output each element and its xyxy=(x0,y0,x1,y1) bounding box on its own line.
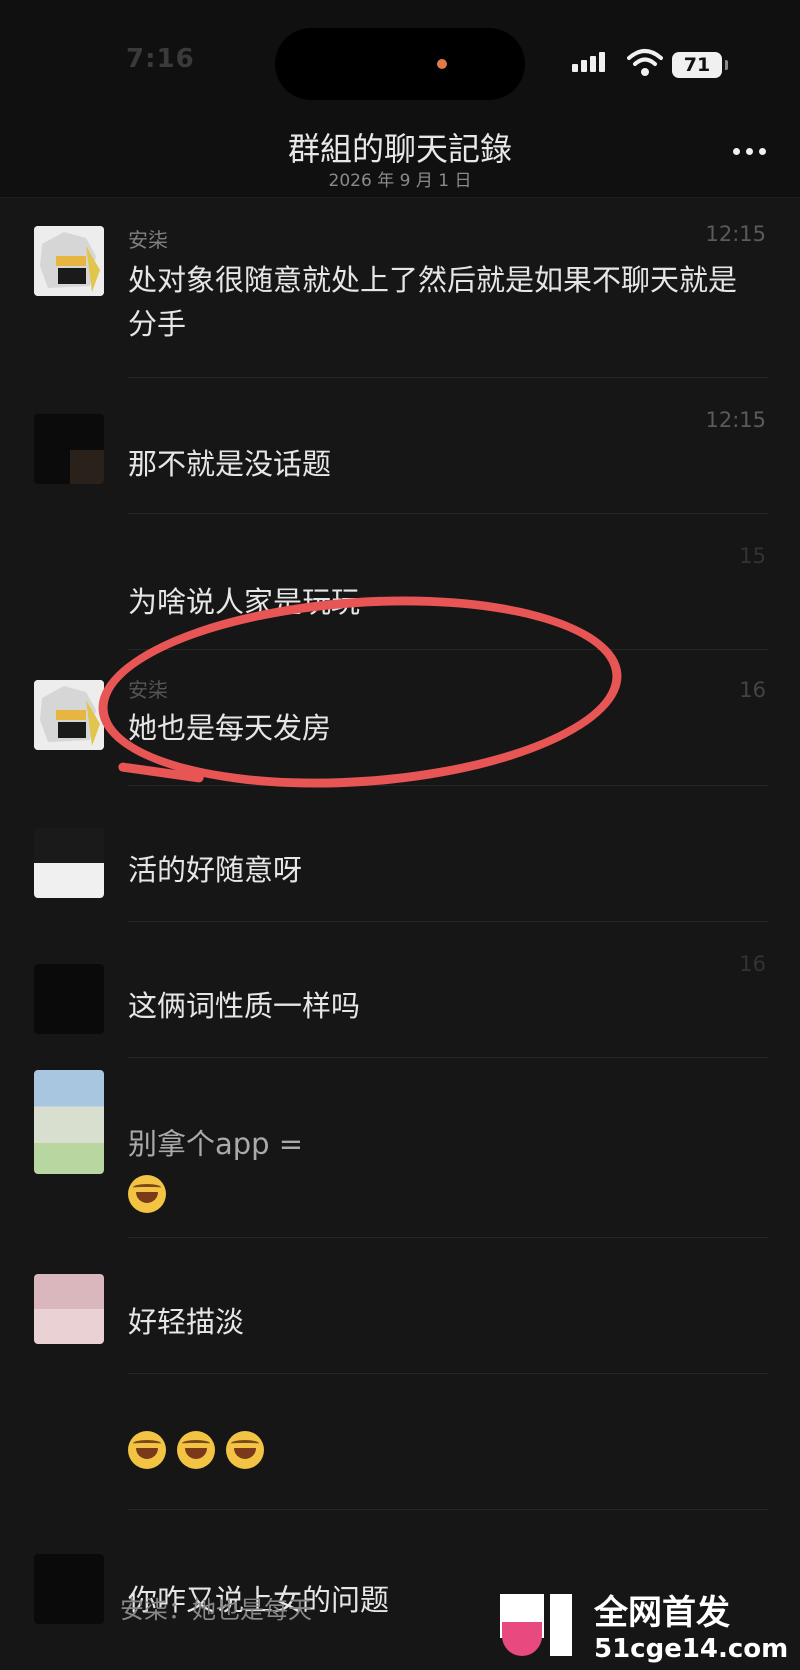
chat-message[interactable]: 活的好随意呀 xyxy=(0,786,800,922)
recording-dot-icon xyxy=(437,59,447,69)
chat-message[interactable]: 安柒 12:15 处对象很随意就处上了然后就是如果不聊天就是分手 xyxy=(0,200,800,378)
avatar[interactable] xyxy=(34,1070,104,1174)
chat-message[interactable]: 16 这俩词性质一样吗 xyxy=(0,922,800,1058)
nav-header: 群組的聊天記錄 2026 年 9 月 1 日 xyxy=(0,110,800,198)
laughing-emoji-icon xyxy=(177,1431,216,1469)
avatar[interactable] xyxy=(34,1274,104,1344)
watermark: 全网首发 51cge14.com xyxy=(500,1578,800,1670)
emoji-row xyxy=(128,1170,760,1214)
more-dot-icon xyxy=(759,148,766,155)
message-time: 12:15 xyxy=(705,408,766,432)
anime-avatar-icon xyxy=(34,680,104,750)
cellular-signal-icon xyxy=(572,52,605,72)
message-text: 这俩词性质一样吗 xyxy=(128,989,361,1023)
page-subtitle: 2026 年 9 月 1 日 xyxy=(328,171,472,191)
status-bar: 7:16 71 xyxy=(0,0,800,120)
message-time: 16 xyxy=(739,678,766,702)
message-text: 她也是每天发房 xyxy=(128,711,332,745)
message-time: 16 xyxy=(739,952,766,976)
laughing-emoji-icon xyxy=(226,1431,265,1469)
chat-message[interactable]: 别拿个app = xyxy=(0,1058,800,1238)
more-dot-icon xyxy=(746,148,753,155)
avatar[interactable] xyxy=(34,1554,104,1624)
message-text: 好轻描淡 xyxy=(128,1305,245,1339)
avatar[interactable] xyxy=(34,964,104,1034)
watermark-title: 全网首发 xyxy=(594,1592,730,1633)
sender-name: 安柒 xyxy=(128,228,168,252)
dynamic-island xyxy=(275,28,525,100)
laughing-emoji-icon xyxy=(128,1431,166,1469)
chat-message[interactable]: 12:15 那不就是没话题 xyxy=(0,378,800,514)
message-text: 为啥说人家是玩玩 xyxy=(128,585,361,619)
avatar[interactable] xyxy=(34,680,104,750)
quoted-message: 安柒：她也是每天 xyxy=(120,1596,312,1624)
laughing-emoji-icon xyxy=(128,1175,166,1213)
more-options-button[interactable] xyxy=(733,148,766,155)
watermark-logo-icon xyxy=(500,1588,582,1660)
watermark-url: 51cge14.com xyxy=(594,1633,789,1664)
status-time: 7:16 xyxy=(126,44,195,74)
avatar[interactable] xyxy=(34,828,104,898)
page-title: 群組的聊天記錄 xyxy=(287,130,512,168)
message-text: 那不就是没话题 xyxy=(128,447,332,481)
dark-avatar-icon xyxy=(34,414,104,484)
chat-message[interactable]: 好轻描淡 xyxy=(0,1238,800,1374)
chat-message[interactable] xyxy=(0,1374,800,1510)
more-dot-icon xyxy=(733,148,740,155)
message-text: 别拿个app = xyxy=(128,1122,760,1166)
avatar[interactable] xyxy=(34,414,104,484)
message-text-content: 别拿个app = xyxy=(128,1127,304,1161)
anime-avatar-icon xyxy=(34,226,104,296)
chat-message[interactable]: 15 为啥说人家是玩玩 xyxy=(0,514,800,650)
sender-name: 安柒 xyxy=(128,678,168,702)
message-text: 处对象很随意就处上了然后就是如果不聊天就是分手 xyxy=(128,263,738,341)
message-text: 活的好随意呀 xyxy=(128,853,303,887)
message-time: 15 xyxy=(739,544,766,568)
avatar[interactable] xyxy=(34,226,104,296)
battery-indicator: 71 xyxy=(672,52,728,78)
emoji-row xyxy=(128,1426,760,1470)
wifi-icon xyxy=(627,49,663,76)
message-time: 12:15 xyxy=(705,222,766,246)
